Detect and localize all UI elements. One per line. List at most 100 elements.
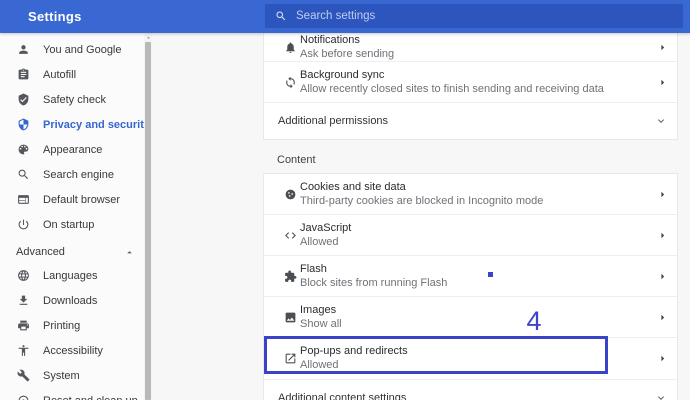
- row-text: Images Show all: [300, 304, 342, 331]
- sidebar-item-label: Default browser: [43, 193, 121, 206]
- browser-window-icon: [16, 193, 30, 207]
- additional-permissions-expander[interactable]: Additional permissions: [264, 103, 677, 139]
- row-title: JavaScript: [300, 221, 352, 234]
- expander-label: Additional content settings: [278, 392, 407, 400]
- top-bar: Settings: [0, 0, 690, 33]
- row-subtitle: Allowed: [300, 359, 339, 371]
- sidebar-item-label: Safety check: [43, 93, 106, 106]
- sidebar-item-label: Privacy and security: [43, 118, 151, 131]
- row-title: Flash: [300, 262, 327, 275]
- row-cookies-and-site-data[interactable]: Cookies and site data Third-party cookie…: [264, 174, 677, 215]
- power-icon: [16, 218, 30, 232]
- sidebar-item-privacy-and-security[interactable]: Privacy and security: [0, 112, 152, 137]
- sidebar-item-reset-and-clean-up[interactable]: Reset and clean up: [0, 388, 152, 400]
- sidebar-item-autofill[interactable]: Autofill: [0, 62, 152, 87]
- scrollbar-up-arrow-icon[interactable]: [144, 33, 152, 42]
- settings-nav-sidebar: You and Google Autofill Safety check Pri…: [0, 33, 152, 400]
- search-icon: [275, 10, 287, 22]
- sidebar-item-label: Appearance: [43, 143, 103, 156]
- chevron-down-icon: [655, 392, 667, 400]
- code-icon: [283, 228, 297, 242]
- sidebar-item-label: Autofill: [43, 68, 77, 81]
- row-pop-ups-and-redirects[interactable]: Pop-ups and redirects Allowed: [264, 338, 677, 380]
- sidebar-item-accessibility[interactable]: Accessibility: [0, 338, 152, 363]
- chrome-settings-window: Settings You and Google Autofill Safety …: [0, 0, 690, 400]
- row-subtitle: Block sites from running Flash: [300, 276, 448, 289]
- row-images[interactable]: Images Show all: [264, 297, 677, 338]
- sidebar-item-label: System: [43, 369, 80, 382]
- security-shield-icon: [16, 118, 30, 132]
- additional-content-settings-expander[interactable]: Additional content settings: [264, 380, 677, 400]
- row-subtitle: Ask before sending: [300, 47, 395, 60]
- settings-content-area: Notifications Ask before sending Backgro…: [152, 33, 690, 400]
- sidebar-item-label: You and Google: [43, 43, 122, 56]
- sidebar-scrollbar-thumb[interactable]: [145, 42, 151, 400]
- sidebar-item-label: Printing: [43, 319, 81, 332]
- sidebar-item-downloads[interactable]: Downloads: [0, 288, 152, 313]
- arrow-right-icon: [656, 76, 669, 89]
- arrow-right-icon: [656, 311, 669, 324]
- globe-icon: [16, 269, 30, 283]
- content-settings-card: Cookies and site data Third-party cookie…: [263, 173, 678, 400]
- sidebar-item-label: Reset and clean up: [43, 395, 138, 400]
- nav-list: You and Google Autofill Safety check Pri…: [0, 33, 152, 400]
- row-text: Notifications Ask before sending: [300, 34, 394, 61]
- row-flash[interactable]: Flash Block sites from running Flash: [264, 256, 677, 297]
- clipboard-icon: [16, 68, 30, 82]
- advanced-label: Advanced: [16, 246, 65, 258]
- row-text: JavaScript Allowed: [300, 222, 351, 249]
- image-icon: [283, 310, 297, 324]
- row-subtitle: Third-party cookies are blocked in Incog…: [300, 194, 544, 207]
- row-javascript[interactable]: JavaScript Allowed: [264, 215, 677, 256]
- caret-up-icon: [124, 247, 135, 258]
- row-text: Pop-ups and redirects Allowed: [300, 345, 408, 372]
- sidebar-item-appearance[interactable]: Appearance: [0, 137, 152, 162]
- row-text: Background sync Allow recently closed si…: [300, 69, 604, 96]
- row-text: Cookies and site data Third-party cookie…: [300, 181, 543, 208]
- download-icon: [16, 294, 30, 308]
- row-notifications[interactable]: Notifications Ask before sending: [264, 33, 677, 62]
- sidebar-item-safety-check[interactable]: Safety check: [0, 87, 152, 112]
- open-in-new-icon: [283, 352, 297, 366]
- sidebar-item-system[interactable]: System: [0, 363, 152, 388]
- sidebar-item-printing[interactable]: Printing: [0, 313, 152, 338]
- row-subtitle: Show all: [300, 317, 342, 330]
- printer-icon: [16, 319, 30, 333]
- person-icon: [16, 43, 30, 57]
- row-subtitle: Allowed: [300, 235, 339, 248]
- sidebar-item-label: Accessibility: [43, 344, 103, 357]
- restore-icon: [16, 394, 30, 400]
- sidebar-item-label: On startup: [43, 218, 95, 231]
- row-title: Notifications: [300, 33, 360, 46]
- content-section-header: Content: [277, 154, 316, 166]
- sidebar-item-default-browser[interactable]: Default browser: [0, 187, 152, 212]
- sidebar-scrollbar[interactable]: [144, 33, 152, 400]
- sidebar-advanced-toggle[interactable]: Advanced: [0, 241, 152, 263]
- sidebar-item-languages[interactable]: Languages: [0, 263, 152, 288]
- shield-check-icon: [16, 93, 30, 107]
- sidebar-item-search-engine[interactable]: Search engine: [0, 162, 152, 187]
- puzzle-icon: [283, 269, 297, 283]
- sidebar-item-you-and-google[interactable]: You and Google: [0, 37, 152, 62]
- arrow-right-icon: [656, 352, 669, 365]
- chevron-down-icon: [655, 115, 667, 127]
- magnifier-icon: [16, 168, 30, 182]
- bell-icon: [283, 40, 297, 54]
- arrow-right-icon: [656, 41, 669, 54]
- settings-search-field[interactable]: [265, 4, 683, 28]
- row-subtitle: Allow recently closed sites to finish se…: [300, 82, 604, 95]
- row-title: Background sync: [300, 68, 385, 81]
- row-title: Pop-ups and redirects: [300, 345, 408, 357]
- sidebar-item-label: Languages: [43, 269, 98, 282]
- sidebar-item-label: Downloads: [43, 294, 98, 307]
- sidebar-item-on-startup[interactable]: On startup: [0, 212, 152, 237]
- search-input[interactable]: [287, 4, 683, 28]
- sync-icon: [283, 75, 297, 89]
- row-text: Flash Block sites from running Flash: [300, 263, 447, 290]
- arrow-right-icon: [656, 229, 669, 242]
- arrow-right-icon: [656, 270, 669, 283]
- page-title: Settings: [28, 9, 82, 24]
- expander-label: Additional permissions: [278, 115, 389, 127]
- row-background-sync[interactable]: Background sync Allow recently closed si…: [264, 62, 677, 103]
- palette-icon: [16, 143, 30, 157]
